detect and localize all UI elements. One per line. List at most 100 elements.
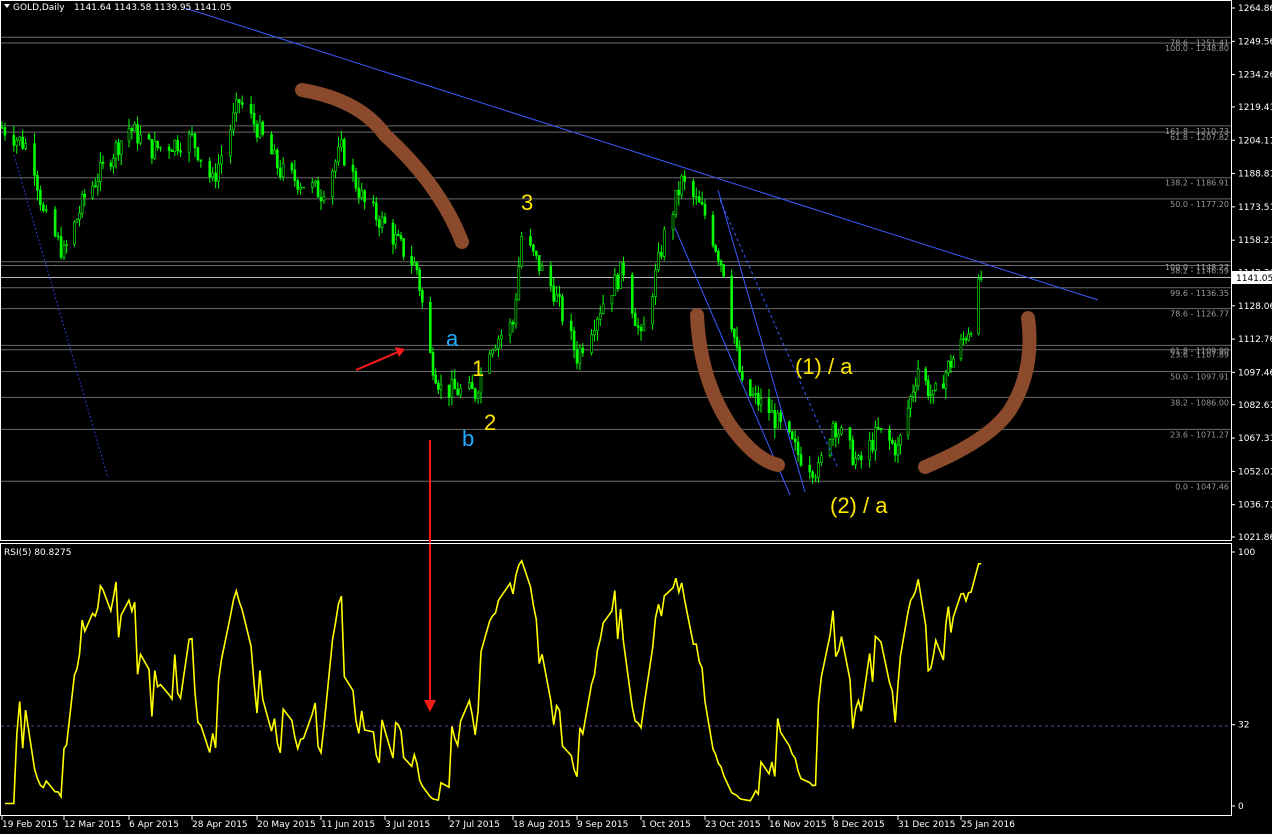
candle-body	[434, 374, 437, 384]
candle-body	[854, 457, 857, 465]
candle-body	[876, 427, 880, 429]
candle-body	[694, 196, 698, 199]
candle-body	[952, 358, 955, 368]
candle-body	[127, 128, 131, 142]
candle-body	[749, 379, 752, 396]
candle-body	[610, 295, 614, 305]
candle-body	[290, 163, 294, 171]
candle-body	[193, 133, 197, 148]
candle-body	[697, 196, 701, 203]
candle-body	[906, 407, 910, 436]
candle-body	[360, 190, 364, 198]
candle-body	[391, 222, 395, 245]
fib-level-label: 38.2 - 1086.00	[1170, 398, 1229, 407]
candle-body	[380, 216, 384, 228]
channel-line-2	[717, 189, 806, 493]
candle-body	[947, 361, 950, 374]
candle-body	[924, 368, 928, 381]
red-down-arrow-icon	[424, 700, 436, 712]
candle-body	[888, 428, 891, 441]
price-tick-label: 1128.06	[1238, 302, 1272, 312]
last-price-marker: 1141.05	[1232, 271, 1272, 284]
candle-body	[703, 203, 707, 216]
candle-body	[293, 169, 297, 181]
candle-body	[671, 214, 675, 231]
time-tick-label: 19 Feb 2015	[2, 820, 58, 830]
candle-body	[340, 139, 343, 148]
candle-body	[899, 434, 902, 446]
rsi-panel-border	[0, 543, 1232, 816]
candle-body	[453, 379, 457, 390]
fib-level-label: 138.2 - 1186.91	[1165, 179, 1229, 188]
candle-body	[581, 347, 585, 354]
rsi-line	[5, 559, 982, 805]
candle-body	[683, 175, 686, 182]
candle-body	[33, 143, 36, 176]
wave-label: 3	[521, 190, 533, 215]
candle-body	[101, 162, 105, 164]
candle-body	[374, 202, 378, 220]
candle-body	[776, 412, 780, 429]
candle-body	[78, 212, 81, 220]
candle-body	[639, 327, 643, 332]
candle-body	[139, 134, 142, 144]
candle-body	[44, 209, 48, 212]
fib-level-label: 100.0 - 1248.80	[1165, 44, 1229, 53]
candle-body	[0, 127, 4, 129]
candle-body	[741, 371, 744, 381]
candle-body	[508, 322, 512, 336]
fib-level-label: 38.2 - 1146.59	[1170, 266, 1229, 275]
candle-body	[249, 104, 253, 114]
candle-body	[93, 185, 97, 188]
candle-body	[156, 140, 159, 149]
candle-body	[36, 175, 39, 191]
candle-body	[857, 455, 860, 459]
candle-body	[109, 162, 113, 167]
candle-body	[258, 121, 262, 138]
candle-body	[150, 138, 154, 159]
candle-body	[916, 368, 920, 387]
candle-body	[558, 294, 561, 298]
candle-body	[136, 123, 139, 144]
candle-body	[383, 216, 387, 224]
chart-header: GOLD,Daily 1141.64 1143.58 1139.95 1141.…	[4, 3, 231, 13]
candle-body	[590, 334, 593, 354]
time-tick-label: 12 Mar 2015	[64, 820, 121, 830]
candle-body	[96, 181, 100, 187]
candle-body	[459, 388, 462, 396]
price-tick-label: 1219.41	[1238, 103, 1272, 113]
candle-body	[112, 157, 115, 167]
candle-body	[470, 382, 474, 390]
candle-body	[962, 338, 965, 341]
candle-body	[711, 214, 715, 246]
candle-body	[931, 389, 935, 396]
candle-body	[415, 262, 419, 271]
wave-label: (1) / a	[795, 354, 853, 379]
symbol-label: GOLD,Daily	[13, 3, 65, 13]
candle-body	[534, 250, 538, 256]
candle-body	[871, 440, 874, 451]
brown-arc-right	[918, 311, 1037, 474]
dropdown-arrow-icon[interactable]	[4, 4, 10, 8]
candle-body	[153, 140, 157, 159]
wave-label: (2) / a	[830, 493, 888, 518]
candle-body	[176, 139, 179, 152]
time-tick-label: 25 Jan 2016	[961, 820, 1015, 830]
candle-body	[270, 134, 273, 155]
candle-body	[788, 421, 791, 433]
candle-body	[410, 256, 413, 266]
candle-body	[622, 262, 625, 276]
candle-body	[799, 454, 803, 466]
candle-body	[397, 234, 400, 236]
candle-body	[117, 142, 120, 155]
candle-body	[942, 383, 945, 389]
candle-body	[229, 129, 232, 157]
candle-body	[83, 193, 87, 198]
candle-body	[173, 139, 177, 152]
candle-body	[190, 133, 194, 135]
candle-body	[817, 462, 820, 478]
candle-body	[476, 392, 480, 399]
candle-body	[119, 140, 123, 155]
candle-body	[642, 323, 646, 332]
time-tick-label: 11 Jun 2015	[321, 820, 375, 830]
